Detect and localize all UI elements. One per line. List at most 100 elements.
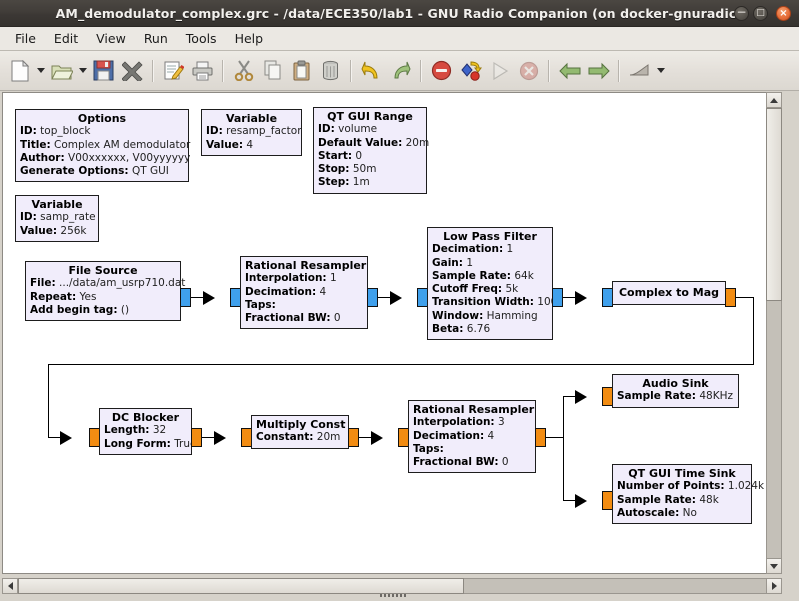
block-param: Stop: 50m: [318, 163, 377, 176]
wire-complextomag-feedback-bottom: [48, 364, 754, 365]
menu-item-tools[interactable]: Tools: [177, 28, 226, 49]
new-dropdown-arrow-button[interactable]: [34, 56, 47, 86]
title-bar[interactable]: AM_demodulator_complex.grc - /data/ECE35…: [0, 0, 799, 27]
copy-button[interactable]: [258, 56, 287, 86]
close-flowgraph-button[interactable]: [118, 56, 147, 86]
toolbar-overflow-button[interactable]: [654, 56, 667, 86]
port-out-multiply-const[interactable]: [348, 428, 359, 447]
block-title: QT GUI Range: [327, 110, 413, 123]
flowgraph-canvas[interactable]: Options ID: top_block Title: Complex AM …: [3, 93, 765, 573]
block-qt-gui-time-sink[interactable]: QT GUI Time Sink Number of Points: 1.024…: [612, 464, 765, 525]
block-file-source[interactable]: File Source File: .../data/am_usrp710.da…: [25, 261, 185, 322]
menu-item-run[interactable]: Run: [135, 28, 177, 49]
save-button[interactable]: [89, 56, 118, 86]
close-button[interactable]: ×: [776, 6, 791, 21]
scroll-down-button[interactable]: [766, 558, 782, 574]
flowgraph-viewport[interactable]: Options ID: top_block Title: Complex AM …: [2, 92, 781, 574]
block-param: Value: 256k: [20, 224, 87, 237]
block-title: Audio Sink: [642, 377, 709, 390]
horizontal-scrollbar-thumb[interactable]: [18, 578, 464, 594]
scroll-right-button[interactable]: [766, 578, 782, 594]
block-param: Number of Points: 1.024k: [617, 480, 765, 493]
toolbar-separator: [152, 59, 154, 82]
enable-icon: [629, 63, 648, 75]
open-recent-dropdown-arrow-button[interactable]: [76, 56, 89, 86]
port-out-resampler1[interactable]: [367, 288, 378, 307]
port-out-file-source[interactable]: [180, 288, 191, 307]
rotate-right-button[interactable]: [584, 56, 613, 86]
block-param: Step: 1m: [318, 176, 370, 189]
block-title: Rational Resampler: [413, 403, 535, 416]
generate-button[interactable]: [456, 56, 485, 86]
properties-button[interactable]: [159, 56, 188, 86]
scroll-left-button[interactable]: [2, 578, 18, 594]
menu-item-file[interactable]: File: [6, 28, 45, 49]
undo-button[interactable]: [357, 56, 386, 86]
block-param: Sample Rate: 48k: [617, 493, 719, 506]
wire-complextomag-feedback-right: [753, 297, 754, 365]
errors-button[interactable]: [427, 56, 456, 86]
rotate-left-button[interactable]: [555, 56, 584, 86]
wire-arrow: [371, 431, 383, 445]
block-title: Multiply Const: [256, 418, 346, 431]
block-complex-to-mag[interactable]: Complex to Mag: [612, 281, 726, 306]
redo-button[interactable]: [386, 56, 415, 86]
chevron-down-icon: [78, 68, 87, 73]
block-param: Decimation: 4: [245, 285, 327, 298]
block-param: Fractional BW: 0: [413, 456, 509, 469]
block-multiply-const[interactable]: Multiply Const Constant: 20m: [251, 415, 349, 449]
maximize-icon: □: [756, 8, 765, 18]
block-variable-resamp-factor[interactable]: Variable ID: resamp_factor Value: 4: [201, 109, 302, 156]
block-param: Start: 0: [318, 149, 363, 162]
cut-button[interactable]: [229, 56, 258, 86]
port-out-complex-to-mag[interactable]: [725, 288, 736, 307]
menu-item-edit[interactable]: Edit: [45, 28, 87, 49]
new-button[interactable]: [5, 56, 34, 86]
menu-item-view[interactable]: View: [87, 28, 135, 49]
port-out-resampler2[interactable]: [535, 428, 546, 447]
enable-button[interactable]: [625, 56, 654, 86]
block-title: Rational Resampler: [245, 259, 367, 272]
wire-arrow: [203, 291, 215, 305]
block-param: Title: Complex AM demodulator: [20, 138, 191, 151]
block-title: File Source: [68, 264, 138, 277]
execute-button[interactable]: [485, 56, 514, 86]
port-out-lowpass[interactable]: [552, 288, 563, 307]
block-dc-blocker[interactable]: DC Blocker Length: 32 Long Form: True: [99, 408, 197, 455]
kill-button[interactable]: [514, 56, 543, 86]
wire-arrow: [60, 431, 72, 445]
scroll-up-button[interactable]: [766, 92, 782, 108]
block-param: Length: 32: [104, 424, 167, 437]
print-icon: [192, 61, 213, 80]
minimize-button[interactable]: −: [734, 6, 749, 21]
port-out-dc-blocker[interactable]: [191, 428, 202, 447]
vertical-scrollbar-thumb[interactable]: [766, 108, 782, 301]
undo-icon: [361, 61, 378, 78]
menu-item-help[interactable]: Help: [226, 28, 273, 49]
window-resize-grip[interactable]: [380, 594, 420, 601]
block-param: Taps:: [245, 298, 276, 311]
redo-icon: [394, 61, 411, 78]
block-param: Add begin tag: (): [30, 303, 130, 316]
open-button[interactable]: [47, 56, 76, 86]
print-button[interactable]: [188, 56, 217, 86]
block-param: Sample Rate: 64k: [432, 269, 534, 282]
block-param: ID: samp_rate: [20, 211, 96, 224]
block-options[interactable]: Options ID: top_block Title: Complex AM …: [15, 109, 191, 183]
toolbar-separator: [618, 59, 620, 82]
toolbar-separator: [548, 59, 550, 82]
block-variable-samp-rate[interactable]: Variable ID: samp_rate Value: 256k: [15, 195, 99, 242]
block-param: Author: V00xxxxxx, V00yyyyyy: [20, 151, 191, 164]
paste-button[interactable]: [287, 56, 316, 86]
delete-button[interactable]: [316, 56, 345, 86]
triangle-left-icon: [7, 582, 13, 590]
block-qt-gui-range[interactable]: QT GUI Range ID: volume Default Value: 2…: [313, 107, 429, 194]
block-rational-resampler-1[interactable]: Rational Resampler Interpolation: 1 Deci…: [240, 256, 368, 330]
block-param: Fractional BW: 0: [245, 312, 341, 325]
block-rational-resampler-2[interactable]: Rational Resampler Interpolation: 3 Deci…: [408, 400, 536, 474]
block-audio-sink[interactable]: Audio Sink Sample Rate: 48KHz: [612, 374, 739, 408]
block-low-pass-filter[interactable]: Low Pass Filter Decimation: 1 Gain: 1 Sa…: [427, 227, 557, 341]
canvas-area: Options ID: top_block Title: Complex AM …: [0, 91, 799, 601]
maximize-button[interactable]: □: [753, 6, 768, 21]
close-icon: [122, 61, 143, 81]
